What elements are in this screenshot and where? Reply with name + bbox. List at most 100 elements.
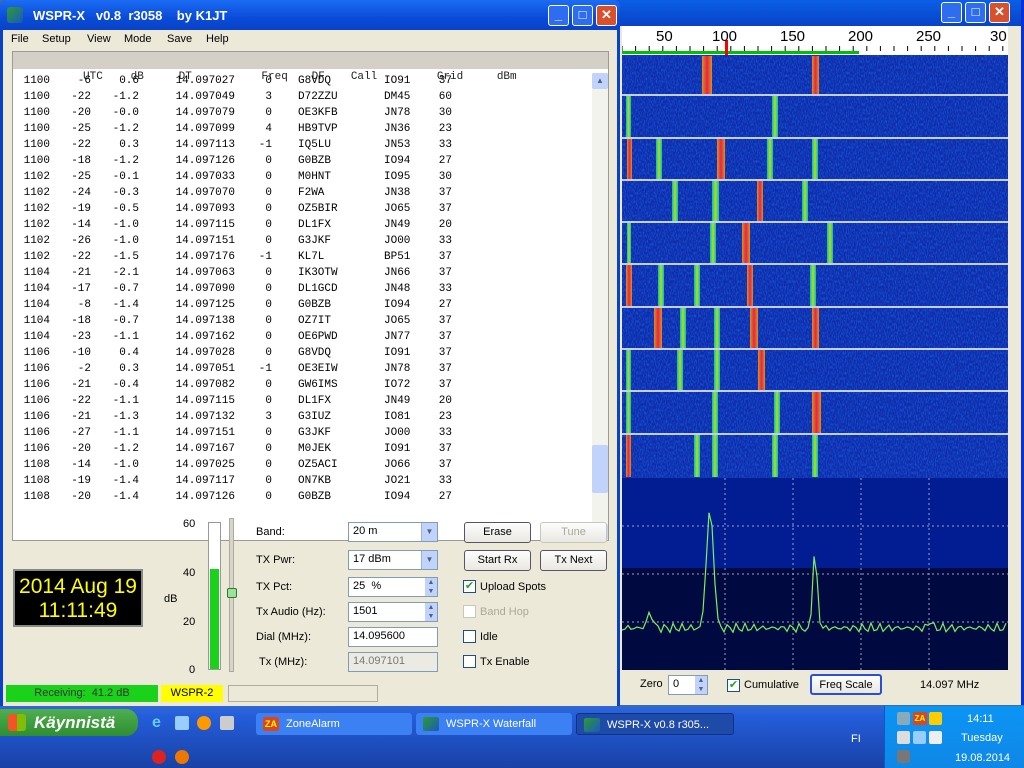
table-row[interactable]: 1108 -19 -1.4 14.097117 0 ON7KB JO21 33: [13, 473, 591, 489]
band-select[interactable]: 20 m ▼: [348, 522, 438, 542]
txaudio-spinbox[interactable]: 1501 ▲ ▼: [348, 602, 438, 622]
upload-spots-checkbox[interactable]: ✔: [463, 580, 476, 593]
cell-df: 0: [265, 315, 272, 327]
tray-device-icon[interactable]: [929, 731, 942, 744]
task-wspr-main[interactable]: WSPR-X v0.8 r305...: [576, 713, 734, 735]
cell-grid: IO94: [384, 299, 411, 311]
table-row[interactable]: 1104 -23 -1.1 14.097162 0 OE6PWD JN77 37: [13, 329, 591, 345]
zero-spinbox[interactable]: 0 ▲ ▼: [668, 675, 708, 695]
table-row[interactable]: 1102 -25 -0.1 14.097033 0 M0HNT IO95 30: [13, 169, 591, 185]
table-row[interactable]: 1100 -6 0.6 14.097027 0 G8VDQ IO91 37: [13, 73, 591, 89]
level-slider-handle[interactable]: [227, 588, 237, 598]
cell-df: 0: [265, 235, 272, 247]
waterfall-maximize-button[interactable]: □: [965, 2, 986, 23]
table-row[interactable]: 1106 -21 -1.3 14.097132 3 G3IUZ IO81 23: [13, 409, 591, 425]
desktop-icon[interactable]: [175, 716, 189, 730]
tx-next-button[interactable]: Tx Next: [540, 550, 607, 571]
cell-db: -20: [71, 443, 91, 455]
txpct-spinbox[interactable]: 25 % ▲ ▼: [348, 577, 438, 597]
table-row[interactable]: 1102 -26 -1.0 14.097151 0 G3JKF JO00 33: [13, 233, 591, 249]
table-row[interactable]: 1106 -21 -0.4 14.097082 0 GW6IMS IO72 37: [13, 377, 591, 393]
tx-enable-checkbox[interactable]: [463, 655, 476, 668]
cell-df: 0: [265, 155, 272, 167]
txpwr-select[interactable]: 17 dBm ▼: [348, 550, 438, 570]
table-row[interactable]: 1108 -20 -1.4 14.097126 0 G0BZB IO94 27: [13, 489, 591, 505]
table-row[interactable]: 1100 -25 -1.2 14.097099 4 HB9TVP JN36 23: [13, 121, 591, 137]
tray-zonealarm-icon[interactable]: ZA: [913, 712, 927, 725]
tray-security-icon[interactable]: [929, 712, 942, 725]
record-icon[interactable]: [152, 750, 166, 764]
menu-file[interactable]: File: [11, 33, 29, 45]
table-row[interactable]: 1106 -2 0.3 14.097051 -1 OE3EIW JN78 37: [13, 361, 591, 377]
media-player-icon[interactable]: [197, 716, 211, 730]
close-button[interactable]: ✕: [596, 5, 617, 26]
cell-df: 0: [265, 347, 272, 359]
table-row[interactable]: 1106 -27 -1.1 14.097151 0 G3JKF JO00 33: [13, 425, 591, 441]
start-button[interactable]: Käynnistä: [0, 709, 138, 736]
table-scrollbar[interactable]: ▲ ▼: [592, 73, 608, 540]
ie-icon[interactable]: e: [152, 714, 161, 732]
cell-dbm: 37: [438, 203, 452, 215]
table-row[interactable]: 1108 -14 -1.0 14.097025 0 OZ5ACI JO66 37: [13, 457, 591, 473]
table-row[interactable]: 1102 -19 -0.5 14.097093 0 OZ5BIR JO65 37: [13, 201, 591, 217]
cell-utc: 1104: [23, 267, 50, 279]
txpct-spin-arrows[interactable]: ▲ ▼: [425, 578, 437, 596]
menu-help[interactable]: Help: [206, 33, 229, 45]
scroll-thumb[interactable]: [592, 445, 608, 493]
band-dropdown-arrow[interactable]: ▼: [421, 523, 437, 541]
menu-setup[interactable]: Setup: [42, 33, 71, 45]
tray-clock[interactable]: 14:11: [967, 713, 994, 725]
table-row[interactable]: 1100 -20 -0.0 14.097079 0 OE3KFB JN78 30: [13, 105, 591, 121]
table-row[interactable]: 1100 -22 0.3 14.097113 -1 IQ5LU JN53 33: [13, 137, 591, 153]
cell-df: 0: [265, 203, 272, 215]
tx-enable-label: Tx Enable: [480, 656, 530, 668]
cell-db: -25: [71, 123, 91, 135]
tune-button[interactable]: Tune: [540, 522, 607, 543]
menu-mode[interactable]: Mode: [124, 33, 152, 45]
language-indicator[interactable]: FI: [851, 733, 861, 745]
cumulative-checkbox[interactable]: ✔: [727, 679, 740, 692]
dial-input[interactable]: 14.095600: [348, 627, 438, 647]
firefox-icon[interactable]: [175, 750, 189, 764]
start-rx-button[interactable]: Start Rx: [464, 550, 531, 571]
scroll-up-button[interactable]: ▲: [592, 73, 608, 89]
table-row[interactable]: 1106 -20 -1.2 14.097167 0 M0JEK IO91 37: [13, 441, 591, 457]
table-row[interactable]: 1106 -10 0.4 14.097028 0 G8VDQ IO91 37: [13, 345, 591, 361]
table-row[interactable]: 1104 -18 -0.7 14.097138 0 OZ7IT JO65 37: [13, 313, 591, 329]
table-row[interactable]: 1104 -17 -0.7 14.097090 0 DL1GCD JN48 33: [13, 281, 591, 297]
table-row[interactable]: 1102 -22 -1.5 14.097176 -1 KL7L BP51 37: [13, 249, 591, 265]
upload-spots-label: Upload Spots: [480, 581, 547, 593]
freq-scale-button[interactable]: Freq Scale: [810, 674, 882, 695]
table-row[interactable]: 1102 -14 -1.0 14.097115 0 DL1FX JN49 20: [13, 217, 591, 233]
waterfall-close-button[interactable]: ✕: [989, 2, 1010, 23]
minimize-button[interactable]: _: [548, 5, 569, 26]
menu-save[interactable]: Save: [167, 33, 192, 45]
table-row[interactable]: 1100 -22 -1.2 14.097049 3 D72ZZU DM45 60: [13, 89, 591, 105]
table-row[interactable]: 1106 -22 -1.1 14.097115 0 DL1FX JN49 20: [13, 393, 591, 409]
band-hop-checkbox[interactable]: [463, 605, 476, 618]
cell-db: -14: [71, 459, 91, 471]
table-row[interactable]: 1104 -8 -1.4 14.097125 0 G0BZB IO94 27: [13, 297, 591, 313]
tray-network-icon[interactable]: [897, 712, 910, 725]
table-row[interactable]: 1102 -24 -0.3 14.097070 0 F2WA JN38 37: [13, 185, 591, 201]
cell-freq: 14.097132: [175, 411, 235, 423]
tray-monitor-icon[interactable]: [897, 750, 910, 763]
cell-dbm: 33: [438, 475, 452, 487]
maximize-button[interactable]: □: [572, 5, 593, 26]
tray-speaker-icon[interactable]: [897, 731, 910, 744]
table-row[interactable]: 1100 -18 -1.2 14.097126 0 G0BZB IO94 27: [13, 153, 591, 169]
tray-connection-icon[interactable]: [913, 731, 926, 744]
zero-spin-arrows[interactable]: ▲ ▼: [695, 676, 707, 694]
waterfall-minimize-button[interactable]: _: [941, 2, 962, 23]
erase-button[interactable]: Erase: [464, 522, 531, 543]
cell-utc: 1100: [23, 123, 50, 135]
table-row[interactable]: 1104 -21 -2.1 14.097063 0 IK3OTW JN66 37: [13, 265, 591, 281]
menu-view[interactable]: View: [87, 33, 111, 45]
idle-checkbox[interactable]: [463, 630, 476, 643]
txaudio-spin-arrows[interactable]: ▲ ▼: [425, 603, 437, 621]
waterfall-trace: [626, 435, 631, 477]
task-zonealarm[interactable]: ZA ZoneAlarm: [256, 713, 412, 735]
txpwr-dropdown-arrow[interactable]: ▼: [421, 551, 437, 569]
network-icon[interactable]: [220, 716, 234, 730]
task-wspr-waterfall[interactable]: WSPR-X Waterfall: [416, 713, 572, 735]
